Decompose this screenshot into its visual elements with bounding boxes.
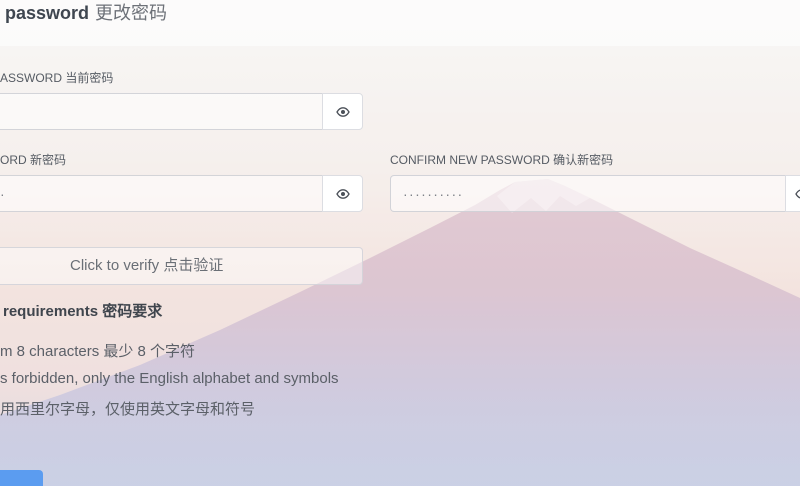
requirement-item: m 8 characters 最少 8 个字符 bbox=[0, 343, 196, 360]
confirm-password-label: CONFIRM NEW PASSWORD 确认新密码 bbox=[390, 153, 614, 167]
page-title-zh: 更改密码 bbox=[95, 3, 168, 24]
requirement-item: 用西里尔字母，仅使用英文字母和符号 bbox=[0, 401, 256, 418]
new-password-group bbox=[0, 175, 363, 212]
confirm-password-group bbox=[390, 175, 800, 212]
new-password-label: ORD 新密码 bbox=[0, 153, 67, 167]
submit-button[interactable] bbox=[0, 470, 43, 486]
header-bar: password 更改密码 bbox=[0, 0, 800, 46]
requirements-title: requirements 密码要求 bbox=[3, 303, 163, 320]
new-password-toggle-button[interactable] bbox=[322, 175, 363, 212]
verify-button[interactable]: Click to verify 点击验证 bbox=[0, 247, 363, 285]
current-password-label: ASSWORD 当前密码 bbox=[0, 71, 114, 85]
eye-icon bbox=[795, 189, 800, 199]
current-password-group bbox=[0, 93, 363, 130]
new-password-input[interactable] bbox=[0, 175, 322, 212]
confirm-password-toggle-button[interactable] bbox=[785, 175, 800, 212]
page-title: password 更改密码 bbox=[5, 2, 167, 25]
current-password-toggle-button[interactable] bbox=[322, 93, 363, 130]
current-password-input[interactable] bbox=[0, 93, 322, 130]
eye-icon bbox=[336, 107, 350, 117]
eye-icon bbox=[336, 189, 350, 199]
requirement-item: s forbidden, only the English alphabet a… bbox=[0, 370, 339, 387]
page-title-en: password bbox=[5, 3, 90, 23]
confirm-password-input[interactable] bbox=[390, 175, 785, 212]
